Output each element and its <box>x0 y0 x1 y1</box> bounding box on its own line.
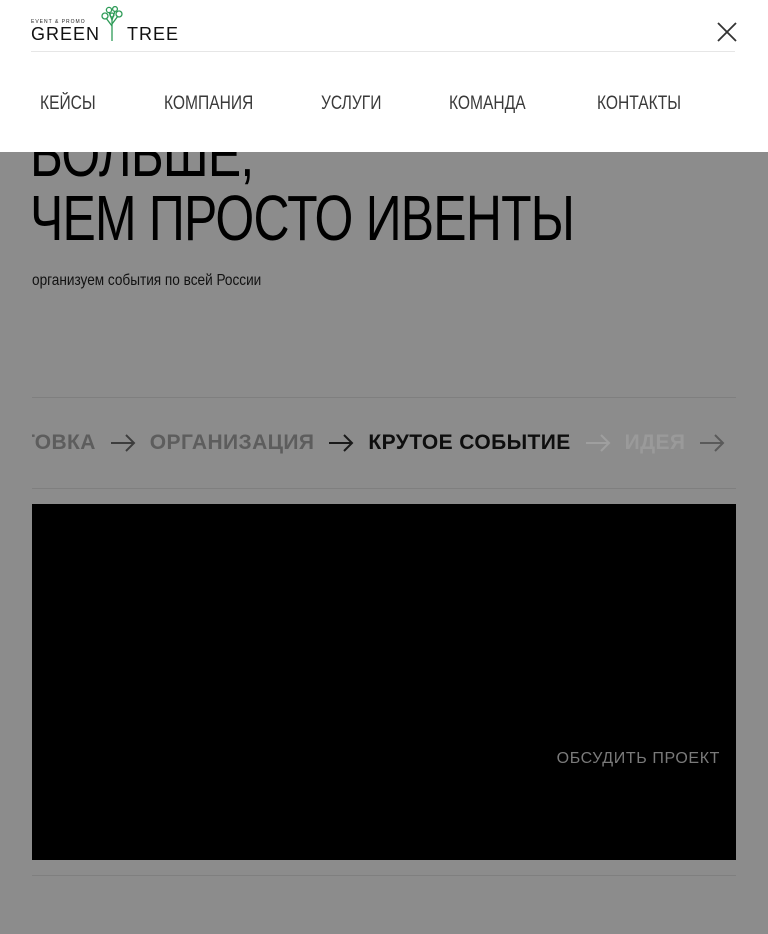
arrow-right-icon <box>110 434 136 452</box>
nav-item-team[interactable]: КОМАНДА <box>449 93 526 115</box>
close-icon[interactable] <box>716 21 738 43</box>
tree-icon <box>101 6 123 41</box>
nav-item-company[interactable]: КОМПАНИЯ <box>164 93 253 115</box>
menu-overlay: EVENT & PROMO GREEN TREE КЕЙСЫ КОМПАНИЯ … <box>0 0 768 152</box>
menu-divider <box>31 51 735 52</box>
hero-subtitle: организуем события по всей России <box>32 272 262 289</box>
arrow-right-icon <box>700 434 725 452</box>
process-step: ТОВКА <box>32 431 96 454</box>
process-step: ИДЕЯ <box>624 431 686 454</box>
nav-item-cases[interactable]: КЕЙСЫ <box>40 93 96 115</box>
divider-top <box>32 397 736 398</box>
divider-middle <box>32 488 736 489</box>
hero-title-line-2: ЧЕМ ПРОСТО ИВЕНТЫ <box>30 182 575 254</box>
logo-word-right: TREE <box>127 24 180 44</box>
nav-item-contacts[interactable]: КОНТАКТЫ <box>597 93 681 115</box>
video-player[interactable]: ОБСУДИТЬ ПРОЕКТ <box>32 504 736 860</box>
process-step: ОРГАНИЗАЦИЯ <box>149 431 315 454</box>
arrow-right-icon <box>585 434 611 452</box>
main-nav: КЕЙСЫ КОМПАНИЯ УСЛУГИ КОМАНДА КОНТАКТЫ <box>0 93 768 117</box>
logo[interactable]: EVENT & PROMO GREEN TREE <box>31 6 181 46</box>
nav-item-services[interactable]: УСЛУГИ <box>321 93 381 115</box>
process-ticker: ТОВКА ОРГАНИЗАЦИЯ КРУТОЕ СОБЫТИЕ ИДЕЯ <box>32 425 736 461</box>
divider-bottom <box>32 875 736 876</box>
logo-word-left: GREEN <box>31 24 101 44</box>
arrow-right-icon <box>329 434 354 452</box>
discuss-project-button[interactable]: ОБСУДИТЬ ПРОЕКТ <box>557 750 720 768</box>
process-step-active: КРУТОЕ СОБЫТИЕ <box>368 431 571 454</box>
